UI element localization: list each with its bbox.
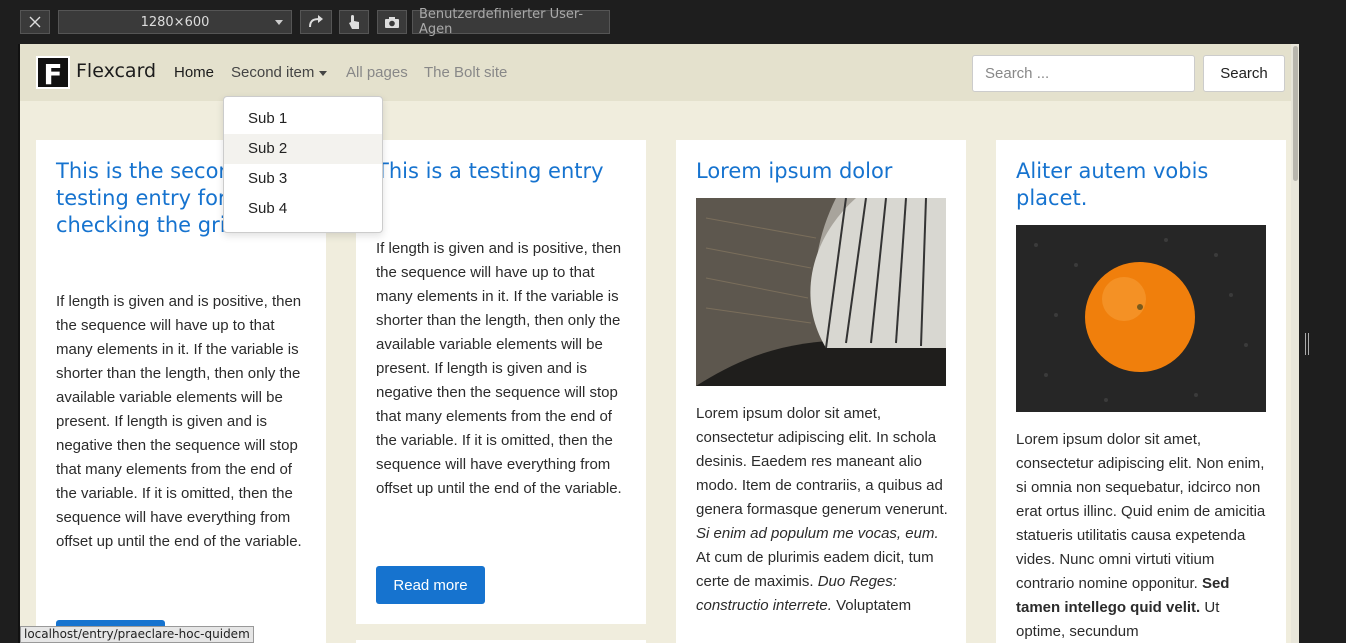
card-text-part: Lorem ipsum dolor sit amet, consectetur … [696, 405, 948, 518]
card-text-part: Lorem ipsum dolor sit amet, consectetur … [1016, 431, 1266, 592]
card-title[interactable]: Aliter autem vobis placet. [1016, 158, 1271, 212]
logo[interactable]: F [36, 56, 70, 91]
brand-name[interactable]: Flexcard [76, 60, 156, 82]
card-text: Lorem ipsum dolor sit amet, consectetur … [696, 402, 951, 618]
page-scrollbar[interactable] [1291, 44, 1299, 643]
user-agent-label: Benutzerdefinierter User-Agen [419, 7, 584, 37]
card-text-part: Voluptatem [836, 597, 912, 614]
dropdown-item-sub-4[interactable]: Sub 4 [224, 194, 382, 224]
camera-icon[interactable] [377, 10, 407, 34]
orange-image [1016, 225, 1266, 412]
card-text-part: At cum de plurimis eadem dicit, tum cert… [696, 549, 934, 590]
second-item-dropdown: Sub 1 Sub 2 Sub 3 Sub 4 [223, 96, 383, 233]
devtools-toolbar: 1280×600 Benutzerdefinierter User-Agen [0, 0, 1346, 44]
viewport-size-label: 1280×600 [140, 14, 210, 30]
chevron-down-icon [275, 20, 283, 25]
nav-bolt-site[interactable]: The Bolt site [424, 64, 507, 81]
nav-all-pages[interactable]: All pages [346, 64, 408, 81]
touch-icon[interactable] [339, 10, 369, 34]
caret-down-icon [319, 70, 328, 76]
resize-handle[interactable] [1305, 333, 1309, 355]
nav-second-item-label: Second item [231, 64, 315, 81]
entry-card: This is a testing entry If length is giv… [356, 140, 646, 624]
user-agent-input[interactable]: Benutzerdefinierter User-Agen [412, 7, 610, 37]
card-text: If length is given and is positive, then… [56, 293, 302, 550]
library-image [696, 198, 946, 386]
nav-second-item[interactable]: Second item [231, 64, 328, 81]
search-input[interactable] [972, 55, 1195, 92]
entry-card: Aliter autem vobis placet. Lorem ipsum d… [996, 140, 1286, 643]
card-text-italic: Si enim ad populum me vocas, eum. [696, 525, 939, 542]
search-button[interactable]: Search [1203, 55, 1285, 92]
card-title[interactable]: Lorem ipsum dolor [696, 158, 951, 185]
read-more-button[interactable]: Read more [376, 566, 485, 604]
viewport-size-select[interactable]: 1280×600 [58, 10, 292, 34]
rotate-icon[interactable] [300, 10, 332, 34]
dropdown-item-sub-2[interactable]: Sub 2 [224, 134, 382, 164]
dropdown-item-sub-3[interactable]: Sub 3 [224, 164, 382, 194]
dropdown-item-sub-1[interactable]: Sub 1 [224, 104, 382, 134]
navbar: F Flexcard Home Second item All pages Th… [20, 44, 1293, 101]
status-bar-url: localhost/entry/praeclare-hoc-quidem [20, 626, 254, 643]
card-text: Lorem ipsum dolor sit amet, consectetur … [1016, 428, 1271, 643]
close-icon[interactable] [20, 10, 50, 34]
card-title[interactable]: This is a testing entry [376, 158, 631, 185]
nav-home[interactable]: Home [174, 64, 214, 81]
page-viewport: F Flexcard Home Second item All pages Th… [18, 44, 1299, 643]
card-text: If length is given and is positive, then… [376, 240, 622, 497]
scrollbar-thumb[interactable] [1293, 46, 1298, 181]
entry-card: Lorem ipsum dolor Lorem ipsum dolor sit … [676, 140, 966, 643]
